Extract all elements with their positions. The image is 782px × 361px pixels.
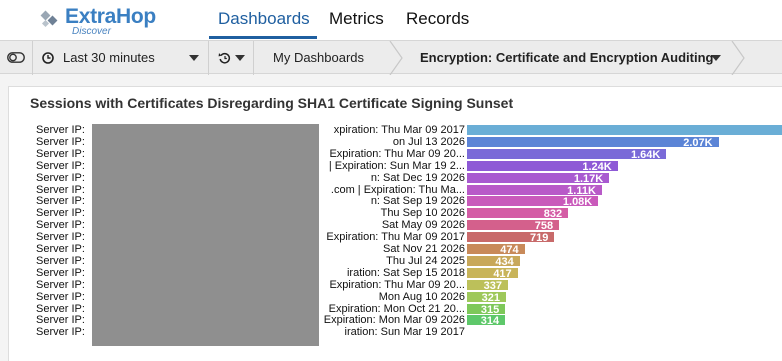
row-label-tail: iration: Sun Mar 19 2017	[344, 326, 465, 339]
row-label: Server IP:	[36, 231, 85, 244]
row-label-tail: on Jul 13 2026	[392, 135, 465, 148]
chart-bar[interactable]: 2.07K	[467, 136, 719, 149]
row-label: Server IP:	[36, 243, 85, 255]
row-label-tail: Thu Sep 10 2026	[380, 207, 465, 220]
row-label-tail: Expiration: Mon Oct 21 20...	[328, 302, 465, 315]
chart-bar[interactable]: 832	[467, 208, 569, 220]
row-label-tail: Expiration: Thu Mar 09 20...	[329, 147, 465, 160]
chart-bar[interactable]: 1.64K	[467, 148, 667, 161]
row-label-tail: Mon Aug 10 2026	[378, 290, 465, 303]
chart-bar[interactable]: 1.17K	[467, 172, 610, 185]
history-icon	[218, 52, 231, 64]
row-label-tail: .com | Expiration: Thu Ma...	[330, 183, 465, 196]
row-label: Server IP:	[36, 326, 85, 339]
row-label: Server IP:	[36, 147, 85, 160]
chart-bar[interactable]: 315	[467, 303, 506, 316]
row-label-tail: n: Sat Dec 19 2026	[370, 171, 465, 184]
row-label: Server IP:	[36, 219, 85, 232]
toggle-icon[interactable]	[7, 52, 25, 63]
row-label-tail: Sat May 09 2026	[381, 219, 465, 232]
breadcrumb-separator-icon	[389, 41, 403, 75]
row-label: Server IP:	[36, 135, 85, 148]
row-label: Server IP:	[36, 278, 85, 291]
row-label: Server IP:	[36, 207, 85, 220]
logo-mark-icon	[40, 10, 58, 28]
row-label-tail: Sat Nov 21 2026	[383, 243, 465, 255]
row-label-tail: Thu Jul 24 2025	[386, 254, 465, 267]
chart-bar[interactable]: 758	[467, 220, 560, 232]
chart-bar[interactable]: 434	[467, 255, 520, 268]
chart-bar[interactable]: 321	[467, 291, 506, 304]
chart-bar[interactable]: 314	[467, 315, 506, 327]
dashboard-toolbar: Last 30 minutes My Dashboards Encryption…	[0, 40, 782, 75]
chart-panel: Sessions with Certificates Disregarding …	[8, 86, 782, 361]
row-label: Server IP:	[36, 124, 85, 136]
row-label: Server IP:	[36, 254, 85, 267]
chart-bar[interactable]: 417	[467, 267, 518, 280]
row-label: Server IP:	[36, 266, 85, 279]
row-label-tail: iration: Sat Sep 15 2018	[346, 266, 465, 279]
row-label-tail: Expiration: Thu Mar 09 20...	[329, 278, 465, 291]
row-label-tail: xpiration: Thu Mar 09 2017	[333, 124, 465, 136]
clock-icon	[42, 52, 54, 64]
row-label: Server IP:	[36, 314, 85, 327]
chart-title: Sessions with Certificates Disregarding …	[30, 95, 514, 111]
chevron-down-icon	[189, 55, 199, 61]
chart-bar[interactable]: 1.11K	[467, 184, 602, 197]
chart-bar[interactable]: 1.24K	[467, 160, 618, 173]
chart-bar[interactable]: 474	[467, 244, 525, 256]
nav-dashboards[interactable]: Dashboards	[218, 9, 310, 29]
nav-records[interactable]: Records	[406, 9, 469, 29]
row-label-tail: Expiration: Thu Mar 09 2017	[326, 231, 465, 244]
time-range-selector[interactable]: Last 30 minutes	[33, 41, 208, 75]
row-label-tail: n: Sat Sep 19 2026	[370, 195, 465, 208]
chart-bar[interactable]	[467, 125, 782, 135]
redacted-region	[92, 124, 319, 346]
row-label: Server IP:	[36, 290, 85, 303]
breadcrumb-separator-icon	[731, 41, 745, 75]
extrahop-logo[interactable]: ExtraHop Discover	[40, 5, 170, 38]
chart-bar[interactable]: 1.08K	[467, 196, 599, 208]
row-label: Server IP:	[36, 302, 85, 315]
toolbar-divider	[253, 41, 254, 75]
history-button[interactable]	[209, 41, 253, 75]
chevron-down-icon	[235, 55, 245, 61]
top-navigation: ExtraHop Discover Dashboards Metrics Rec…	[0, 0, 782, 40]
dashboard-menu-chevron-icon[interactable]	[711, 55, 721, 61]
row-label: Server IP:	[36, 159, 85, 172]
row-label: Server IP:	[36, 171, 85, 184]
row-label: Server IP:	[36, 183, 85, 196]
active-nav-indicator	[209, 36, 317, 39]
breadcrumb-current-dashboard[interactable]: Encryption: Certificate and Encryption A…	[420, 50, 713, 65]
chart-bar[interactable]: 337	[467, 279, 508, 292]
row-label: Server IP:	[36, 195, 85, 208]
logo-subtitle: Discover	[72, 26, 111, 37]
breadcrumb-my-dashboards[interactable]: My Dashboards	[273, 50, 364, 65]
row-label-tail: Expiration: Mon Mar 09 2026	[323, 314, 465, 327]
time-range-label: Last 30 minutes	[63, 50, 155, 65]
nav-metrics[interactable]: Metrics	[329, 9, 384, 29]
chart-bar[interactable]: 719	[467, 232, 555, 244]
row-label-tail: | Expiration: Sun Mar 19 2...	[328, 159, 465, 172]
